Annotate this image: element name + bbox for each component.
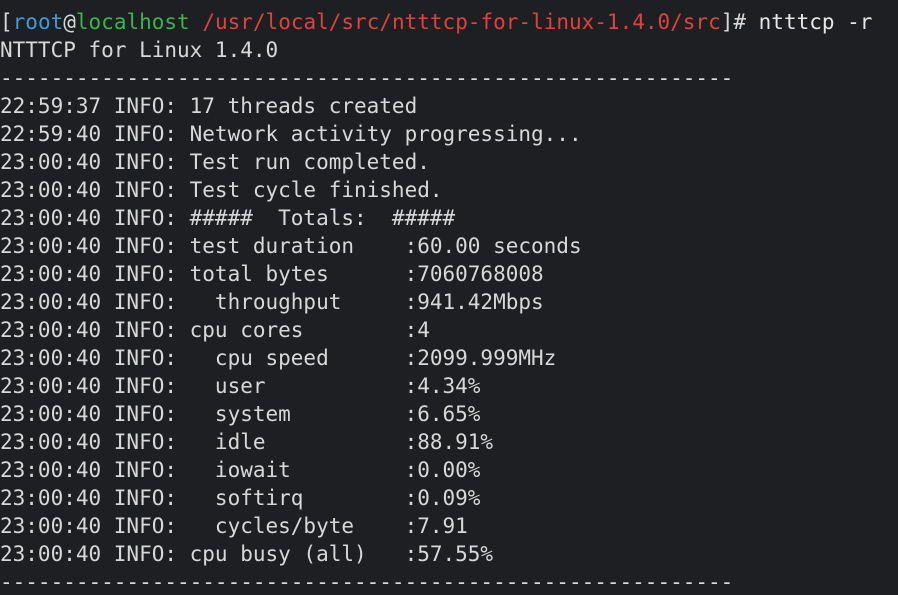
log-line: 23:00:40 INFO: Test run completed. bbox=[0, 150, 430, 174]
prompt-user: root bbox=[12, 10, 64, 34]
log-line: 23:00:40 INFO: ##### Totals: ##### bbox=[0, 206, 456, 230]
prompt-host: localhost bbox=[75, 10, 190, 34]
log-line: 23:00:40 INFO: total bytes :7060768008 bbox=[0, 262, 544, 286]
prompt-line: [root@localhost /usr/local/src/ntttcp-fo… bbox=[0, 8, 898, 36]
program-header: NTTTCP for Linux 1.4.0 bbox=[0, 38, 279, 62]
log-line: 23:00:40 INFO: iowait :0.00% bbox=[0, 458, 481, 482]
prompt-command[interactable]: ntttcp -r bbox=[759, 10, 873, 34]
prompt-close: ]# bbox=[720, 10, 759, 34]
log-line: 23:00:40 INFO: throughput :941.42Mbps bbox=[0, 290, 544, 314]
log-line: 22:59:37 INFO: 17 threads created bbox=[0, 94, 418, 118]
log-line: 23:00:40 INFO: cpu cores :4 bbox=[0, 318, 430, 342]
log-line: 23:00:40 INFO: cpu speed :2099.999MHz bbox=[0, 346, 557, 370]
log-line: 22:59:40 INFO: Network activity progress… bbox=[0, 122, 582, 146]
terminal-window[interactable]: [root@localhost /usr/local/src/ntttcp-fo… bbox=[0, 0, 898, 595]
log-line: 23:00:40 INFO: Test cycle finished. bbox=[0, 178, 443, 202]
log-line: 23:00:40 INFO: system :6.65% bbox=[0, 402, 481, 426]
prompt-path: /usr/local/src/ntttcp-for-linux-1.4.0/sr… bbox=[202, 10, 721, 34]
log-line: 23:00:40 INFO: cycles/byte :7.91 bbox=[0, 514, 468, 538]
log-line: 23:00:40 INFO: cpu busy (all) :57.55% bbox=[0, 542, 494, 566]
prompt-open-bracket: [ bbox=[0, 10, 13, 34]
separator-top: ----------------------------------------… bbox=[0, 66, 734, 90]
log-line: 23:00:40 INFO: softirq :0.09% bbox=[0, 486, 481, 510]
log-line: 23:00:40 INFO: test duration :60.00 seco… bbox=[0, 234, 582, 258]
log-line: 23:00:40 INFO: user :4.34% bbox=[0, 374, 481, 398]
prompt-at: @ bbox=[63, 10, 76, 34]
separator-bottom: ----------------------------------------… bbox=[0, 570, 734, 594]
log-line: 23:00:40 INFO: idle :88.91% bbox=[0, 430, 494, 454]
log-output: 22:59:37 INFO: 17 threads created 22:59:4… bbox=[0, 92, 898, 568]
